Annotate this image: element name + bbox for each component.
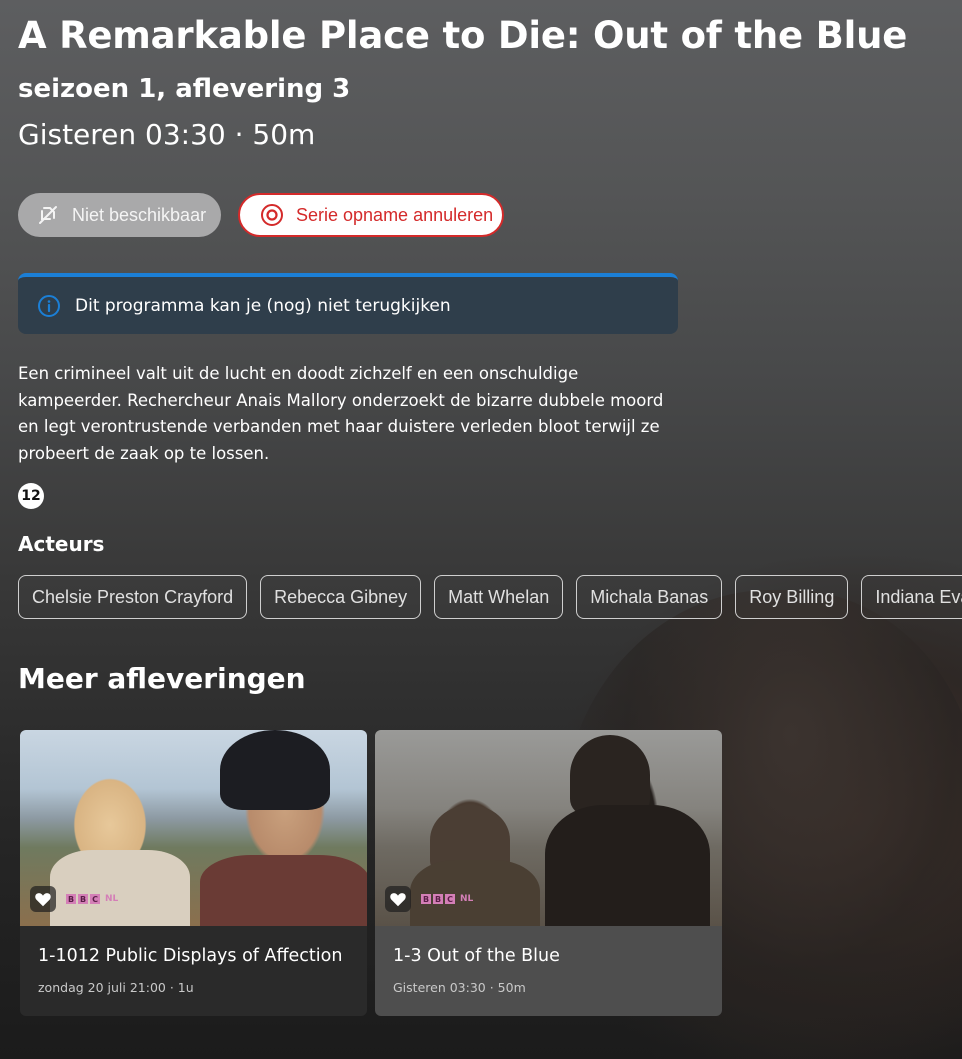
more-episodes-heading: Meer afleveringen	[18, 662, 306, 695]
favorite-heart-icon[interactable]	[30, 886, 56, 912]
program-description: Een crimineel valt uit de lucht en doodt…	[18, 364, 664, 463]
broadcast-meta: Gisteren 03:30 · 50m	[18, 118, 316, 151]
actors-heading: Acteurs	[18, 532, 105, 556]
episode-subtitle: seizoen 1, aflevering 3	[18, 74, 351, 104]
program-detail-page: A Remarkable Place to Die: Out of the Bl…	[0, 0, 962, 1059]
actor-chip[interactable]: Rebecca Gibney	[260, 575, 422, 619]
episode-card[interactable]: B B C NL 1-1012 Public Displays of Affectio…	[20, 730, 367, 1016]
actor-chip[interactable]: Michala Banas	[576, 575, 723, 619]
record-icon	[260, 203, 284, 227]
cancel-series-recording-button[interactable]: Serie opname annuleren	[238, 193, 504, 237]
age-rating-badge: 12	[18, 483, 44, 509]
episode-card[interactable]: B B C NL 1-3 Out of the Blue Gisteren 03:30…	[375, 730, 722, 1016]
actor-chip[interactable]: Matt Whelan	[434, 575, 564, 619]
info-icon	[37, 294, 61, 318]
episode-thumbnail: B B C NL	[20, 730, 367, 926]
actor-chip[interactable]: Indiana Evans	[861, 575, 962, 619]
channel-logo: B B C NL	[421, 894, 474, 904]
program-title: A Remarkable Place to Die: Out of the Bl…	[18, 14, 908, 57]
episode-title: 1-1012 Public Displays of Affection	[38, 946, 343, 966]
not-available-button[interactable]: Niet beschikbaar	[18, 193, 221, 237]
episode-meta: zondag 20 juli 21:00 · 1u	[38, 980, 194, 995]
info-banner-text: Dit programma kan je (nog) niet terugkij…	[75, 295, 451, 316]
actor-chip[interactable]: Chelsie Preston Crayford	[18, 575, 248, 619]
cancel-series-recording-label: Serie opname annuleren	[296, 204, 494, 225]
actors-list: Chelsie Preston Crayford Rebecca Gibney …	[18, 575, 962, 619]
crossed-out-icon	[36, 203, 60, 227]
episode-title: 1-3 Out of the Blue	[393, 946, 560, 966]
favorite-heart-icon[interactable]	[385, 886, 411, 912]
channel-logo: B B C NL	[66, 894, 119, 904]
episode-thumbnail: B B C NL	[375, 730, 722, 926]
not-available-label: Niet beschikbaar	[72, 204, 207, 225]
actor-chip[interactable]: Roy Billing	[735, 575, 849, 619]
info-banner: Dit programma kan je (nog) niet terugkij…	[18, 273, 678, 334]
episode-meta: Gisteren 03:30 · 50m	[393, 980, 526, 995]
